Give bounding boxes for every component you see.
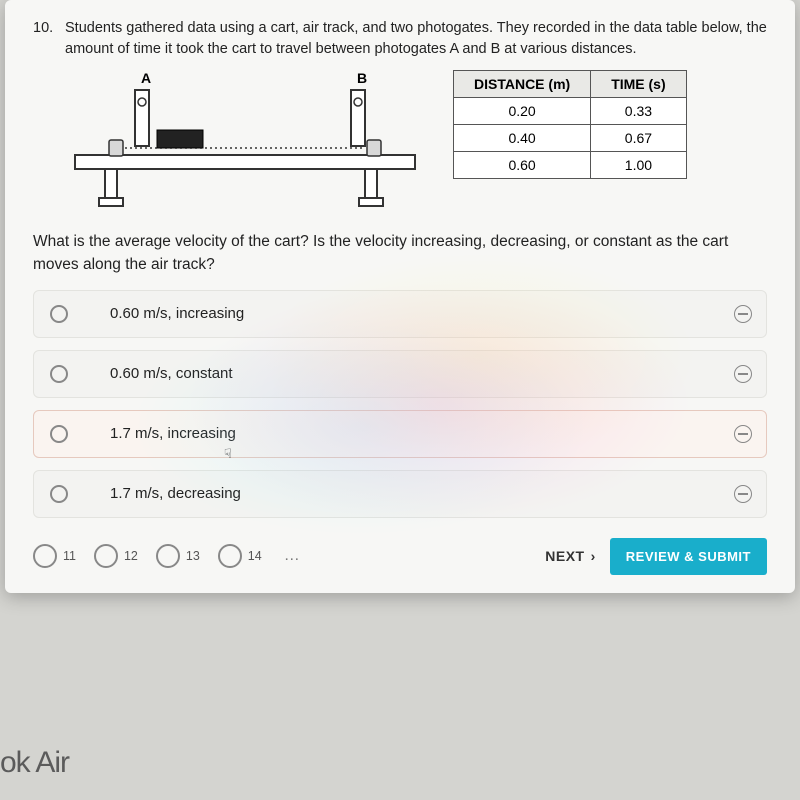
answer-label: 1.7 m/s, increasing bbox=[110, 425, 750, 442]
question-number: 10. bbox=[33, 18, 65, 60]
nav-number-label: 14 bbox=[248, 549, 262, 563]
nav-number-label: 13 bbox=[186, 549, 200, 563]
photogate-label-b: B bbox=[357, 70, 367, 86]
radio-icon bbox=[50, 305, 68, 323]
nav-row: 11 12 13 14 … NEXT › REVIEW & SUBMIT bbox=[33, 538, 767, 579]
table-header: DISTANCE (m) bbox=[454, 71, 591, 98]
cursor-icon: ☟ bbox=[224, 446, 232, 462]
nav-ellipsis[interactable]: … bbox=[284, 547, 302, 565]
review-submit-button[interactable]: REVIEW & SUBMIT bbox=[610, 538, 767, 575]
nav-question-12[interactable]: 12 bbox=[94, 544, 138, 568]
diagram-svg bbox=[65, 70, 425, 215]
answer-label: 0.60 m/s, increasing bbox=[110, 305, 750, 322]
answer-options: 0.60 m/s, increasing 0.60 m/s, constant 1.… bbox=[33, 290, 767, 518]
data-table: DISTANCE (m) TIME (s) 0.200.330.400.670.… bbox=[453, 70, 687, 179]
nav-circle-icon bbox=[94, 544, 118, 568]
figure-row: A B bbox=[65, 70, 767, 215]
question-text: Students gathered data using a cart, air… bbox=[65, 18, 767, 60]
sub-question: What is the average velocity of the cart… bbox=[33, 231, 767, 276]
table-cell: 1.00 bbox=[591, 152, 686, 179]
chevron-right-icon: › bbox=[591, 548, 596, 564]
table-cell: 0.20 bbox=[454, 98, 591, 125]
eliminate-icon[interactable] bbox=[734, 365, 752, 383]
nav-circle-icon bbox=[33, 544, 57, 568]
table-cell: 0.33 bbox=[591, 98, 686, 125]
radio-icon bbox=[50, 485, 68, 503]
eliminate-icon[interactable] bbox=[734, 305, 752, 323]
nav-number-label: 12 bbox=[124, 549, 138, 563]
nav-circle-icon bbox=[218, 544, 242, 568]
table-row: 0.200.33 bbox=[454, 98, 687, 125]
table-cell: 0.40 bbox=[454, 125, 591, 152]
table-row: 0.400.67 bbox=[454, 125, 687, 152]
answer-option[interactable]: 0.60 m/s, increasing bbox=[33, 290, 767, 338]
nav-circle-icon bbox=[156, 544, 180, 568]
nav-number-label: 11 bbox=[63, 549, 76, 563]
answer-label: 0.60 m/s, constant bbox=[110, 365, 750, 382]
eliminate-icon[interactable] bbox=[734, 425, 752, 443]
nav-question-11[interactable]: 11 bbox=[33, 544, 76, 568]
radio-icon bbox=[50, 425, 68, 443]
air-track-diagram: A B bbox=[65, 70, 425, 215]
answer-option[interactable]: 0.60 m/s, constant bbox=[33, 350, 767, 398]
answer-label: 1.7 m/s, decreasing bbox=[110, 485, 750, 502]
next-button[interactable]: NEXT › bbox=[545, 548, 596, 564]
table-cell: 0.67 bbox=[591, 125, 686, 152]
table-row: 0.601.00 bbox=[454, 152, 687, 179]
table-cell: 0.60 bbox=[454, 152, 591, 179]
eliminate-icon[interactable] bbox=[734, 485, 752, 503]
question-stem: 10. Students gathered data using a cart,… bbox=[33, 18, 767, 60]
next-label: NEXT bbox=[545, 548, 584, 564]
table-header-row: DISTANCE (m) TIME (s) bbox=[454, 71, 687, 98]
photogate-label-a: A bbox=[141, 70, 151, 86]
answer-option[interactable]: 1.7 m/s, decreasing bbox=[33, 470, 767, 518]
device-label: ok Air bbox=[0, 746, 69, 780]
answer-option[interactable]: 1.7 m/s, increasing☟ bbox=[33, 410, 767, 458]
nav-question-13[interactable]: 13 bbox=[156, 544, 200, 568]
nav-question-14[interactable]: 14 bbox=[218, 544, 262, 568]
table-header: TIME (s) bbox=[591, 71, 686, 98]
radio-icon bbox=[50, 365, 68, 383]
quiz-screen: 10. Students gathered data using a cart,… bbox=[5, 0, 795, 593]
